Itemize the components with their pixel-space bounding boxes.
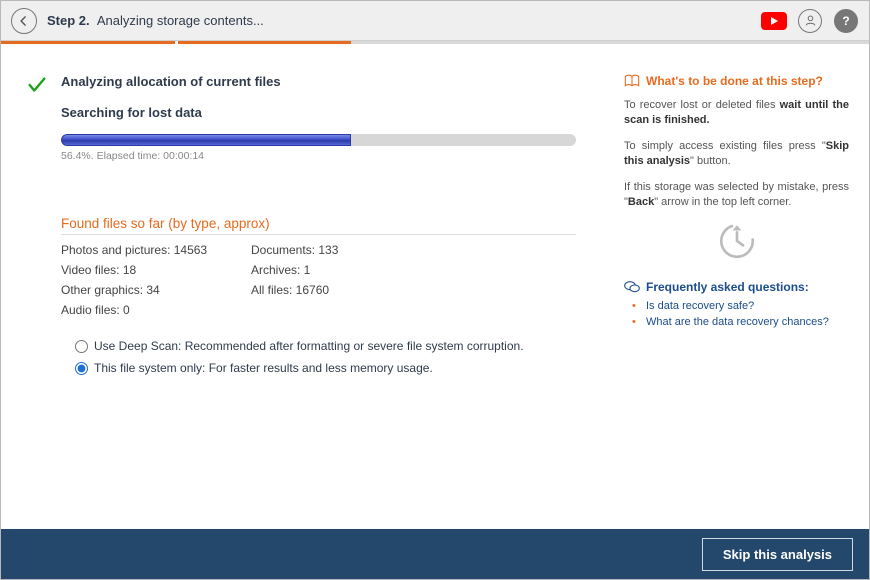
side-p2: To simply access existing files press "S… bbox=[624, 139, 849, 170]
header-bar: Step 2. Analyzing storage contents... ? bbox=[1, 1, 869, 41]
side-p3: If this storage was selected by mistake,… bbox=[624, 180, 849, 211]
option-deep-scan[interactable]: Use Deep Scan: Recommended after formatt… bbox=[75, 339, 604, 353]
user-icon bbox=[798, 9, 822, 33]
main-panel: Analyzing allocation of current files Se… bbox=[21, 74, 604, 529]
searching-title: Searching for lost data bbox=[61, 105, 604, 120]
scan-progress-fill bbox=[61, 134, 351, 146]
step-label: Step 2. Analyzing storage contents... bbox=[47, 13, 264, 28]
faq-heading-text: Frequently asked questions: bbox=[646, 280, 809, 294]
side-p1: To recover lost or deleted files wait un… bbox=[624, 98, 849, 129]
faq-link[interactable]: Is data recovery safe? bbox=[636, 300, 849, 312]
found-photos: Photos and pictures: 14563 bbox=[61, 243, 251, 257]
side-panel: What's to be done at this step? To recov… bbox=[624, 74, 849, 529]
scan-progress-bar bbox=[61, 134, 576, 146]
footer-bar: Skip this analysis bbox=[1, 529, 869, 579]
faq-heading: Frequently asked questions: bbox=[624, 280, 849, 294]
youtube-icon bbox=[761, 12, 787, 30]
found-archives: Archives: 1 bbox=[251, 263, 441, 277]
option-deep-scan-radio[interactable] bbox=[75, 340, 88, 353]
option-this-fs-only-label: This file system only: For faster result… bbox=[94, 361, 433, 375]
help-icon: ? bbox=[834, 9, 858, 33]
faq-icon bbox=[624, 280, 640, 294]
faq-list: Is data recovery safe? What are the data… bbox=[624, 300, 849, 328]
skip-analysis-button[interactable]: Skip this analysis bbox=[702, 538, 853, 571]
step-number: Step 2. bbox=[47, 13, 90, 28]
found-video: Video files: 18 bbox=[61, 263, 251, 277]
option-this-fs-only-radio[interactable] bbox=[75, 362, 88, 375]
scan-progress-caption: 56.4%. Elapsed time: 00:00:14 bbox=[61, 150, 604, 162]
side-heading: What's to be done at this step? bbox=[624, 74, 849, 88]
scan-spinner-icon bbox=[624, 220, 849, 262]
option-this-fs-only[interactable]: This file system only: For faster result… bbox=[75, 361, 604, 375]
found-files-grid: Photos and pictures: 14563 Documents: 13… bbox=[61, 243, 576, 317]
step-title: Analyzing storage contents... bbox=[97, 13, 264, 28]
found-documents: Documents: 133 bbox=[251, 243, 441, 257]
faq-link[interactable]: What are the data recovery chances? bbox=[636, 316, 849, 328]
back-button[interactable] bbox=[11, 8, 37, 34]
help-button[interactable]: ? bbox=[833, 8, 859, 34]
analyzing-title: Analyzing allocation of current files bbox=[61, 74, 604, 89]
found-files-heading: Found files so far (by type, approx) bbox=[61, 216, 576, 235]
youtube-button[interactable] bbox=[761, 8, 787, 34]
found-other-graphics: Other graphics: 34 bbox=[61, 283, 251, 297]
side-heading-text: What's to be done at this step? bbox=[646, 74, 823, 88]
checkmark-icon bbox=[26, 74, 48, 99]
option-deep-scan-label: Use Deep Scan: Recommended after formatt… bbox=[94, 339, 524, 353]
scan-options: Use Deep Scan: Recommended after formatt… bbox=[75, 339, 604, 375]
book-icon bbox=[624, 74, 640, 88]
account-button[interactable] bbox=[797, 8, 823, 34]
found-audio: Audio files: 0 bbox=[61, 303, 251, 317]
arrow-left-icon bbox=[17, 14, 31, 28]
found-all-files: All files: 16760 bbox=[251, 283, 441, 297]
